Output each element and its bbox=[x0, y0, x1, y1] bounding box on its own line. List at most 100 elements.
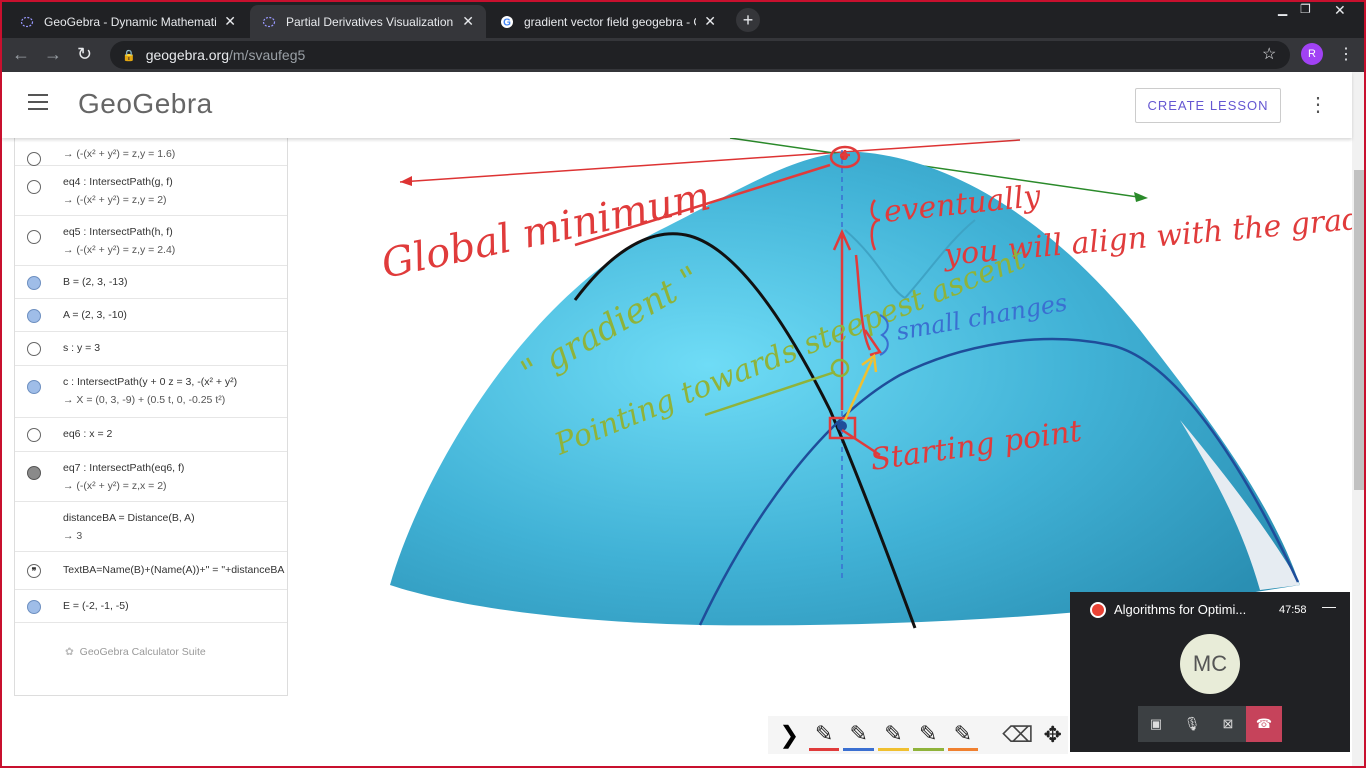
algebra-definition[interactable]: eq4 : IntersectPath(g, f) bbox=[63, 166, 287, 188]
algebra-row[interactable]: A = (2, 3, -10) bbox=[15, 299, 287, 332]
google-favicon-icon: G bbox=[501, 15, 513, 28]
create-lesson-button[interactable]: CREATE LESSON bbox=[1135, 88, 1281, 123]
algebra-row[interactable]: distanceBA = Distance(B, A) → 3 bbox=[15, 502, 287, 552]
visibility-toggle[interactable] bbox=[27, 600, 41, 614]
chevron-right-icon[interactable]: ❯ bbox=[774, 719, 805, 751]
recording-icon bbox=[1090, 602, 1106, 618]
algebra-output: → (-(x² + y²) = z,x = 2) bbox=[63, 480, 167, 492]
tab-partial-derivatives[interactable]: Partial Derivatives Visualization 2 ✕ bbox=[250, 5, 486, 38]
pen-orange-icon[interactable]: ✎ bbox=[947, 719, 979, 751]
forward-icon[interactable]: → bbox=[44, 44, 62, 65]
pen-blue-icon[interactable]: ✎ bbox=[843, 719, 875, 751]
lock-icon: 🔒 bbox=[122, 49, 136, 62]
algebra-definition[interactable]: c : IntersectPath(y + 0 z = 3, -(x² + y²… bbox=[63, 366, 287, 388]
y-axis-arrow bbox=[1134, 192, 1148, 202]
close-icon[interactable]: ✕ bbox=[704, 13, 716, 30]
visibility-toggle[interactable] bbox=[27, 380, 41, 394]
algebra-definition[interactable]: s : y = 3 bbox=[63, 332, 287, 354]
close-icon[interactable]: ✕ bbox=[462, 13, 474, 30]
algebra-definition[interactable]: B = (2, 3, -13) bbox=[63, 266, 287, 288]
tab-title: Partial Derivatives Visualization 2 bbox=[286, 14, 455, 29]
algebra-definition[interactable]: eq7 : IntersectPath(eq6, f) bbox=[63, 452, 287, 474]
visibility-toggle[interactable] bbox=[27, 180, 41, 194]
url-host: geogebra.org bbox=[145, 47, 229, 63]
minimize-meeting-icon[interactable]: — bbox=[1322, 598, 1336, 614]
algebra-row[interactable]: eq6 : x = 2 bbox=[15, 418, 287, 452]
meeting-overlay: Algorithms for Optimi... 47:58 — MC ▣ 🎙 … bbox=[1070, 592, 1350, 752]
more-options-icon[interactable]: ⋮ bbox=[1308, 92, 1328, 117]
tab-title: gradient vector field geogebra - Google bbox=[524, 14, 696, 29]
visibility-toggle[interactable] bbox=[27, 428, 41, 442]
eraser-icon[interactable]: ⌫ bbox=[1002, 719, 1033, 751]
minimize-icon[interactable]: ▁ bbox=[1278, 2, 1287, 16]
algebra-definition[interactable]: E = (-2, -1, -5) bbox=[63, 590, 287, 612]
profile-avatar[interactable]: R bbox=[1301, 43, 1323, 65]
back-icon[interactable]: ← bbox=[12, 44, 30, 65]
restore-icon[interactable]: ❐ bbox=[1300, 2, 1311, 16]
url-path: /m/svaufeg5 bbox=[229, 47, 306, 63]
meeting-controls: ▣ 🎙 ⊠ ☎ bbox=[1138, 706, 1282, 742]
algebra-definition[interactable]: eq5 : IntersectPath(h, f) bbox=[63, 216, 287, 238]
meeting-title: Algorithms for Optimi... bbox=[1114, 602, 1247, 617]
algebra-row[interactable]: c : IntersectPath(y + 0 z = 3, -(x² + y²… bbox=[15, 366, 287, 418]
visibility-toggle[interactable] bbox=[27, 230, 41, 244]
tab-geogebra[interactable]: GeoGebra - Dynamic Mathematics ✕ bbox=[8, 5, 248, 38]
participant-avatar: MC bbox=[1180, 634, 1240, 694]
algebra-row[interactable]: B = (2, 3, -13) bbox=[15, 266, 287, 299]
reload-icon[interactable]: ↻ bbox=[77, 44, 92, 65]
visibility-toggle[interactable] bbox=[27, 276, 41, 290]
close-window-icon[interactable]: ✕ bbox=[1334, 2, 1346, 19]
geogebra-logo[interactable]: GeoGebra bbox=[78, 88, 213, 120]
browser-menu-icon[interactable]: ⋮ bbox=[1338, 44, 1354, 64]
algebra-row[interactable]: ❞ TextBA=Name(B)+(Name(A))+" = "+distance… bbox=[15, 552, 287, 590]
pen-green-icon[interactable]: ✎ bbox=[912, 719, 944, 751]
algebra-row[interactable]: eq7 : IntersectPath(eq6, f) → (-(x² + y²)… bbox=[15, 452, 287, 502]
meeting-timer: 47:58 bbox=[1279, 604, 1307, 616]
algebra-output: → X = (0, 3, -9) + (0.5 t, 0, -0.25 t²) bbox=[63, 394, 226, 406]
share-screen-icon[interactable]: ⊠ bbox=[1210, 706, 1246, 742]
algebra-definition[interactable]: eq6 : x = 2 bbox=[63, 418, 287, 440]
algebra-row[interactable]: E = (-2, -1, -5) bbox=[15, 590, 287, 623]
tab-google-search[interactable]: G gradient vector field geogebra - Googl… bbox=[488, 5, 728, 38]
pen-toolbar: ❯ ✎ ✎ ✎ ✎ ✎ ⌫ ✥ bbox=[768, 716, 1068, 754]
calculator-suite-label[interactable]: ✿ GeoGebra Calculator Suite bbox=[65, 646, 206, 658]
algebra-output: → (-(x² + y²) = z,y = 2.4) bbox=[63, 244, 176, 256]
algebra-definition[interactable]: TextBA=Name(B)+(Name(A))+" = "+distanceB… bbox=[63, 552, 287, 576]
x-axis-arrow bbox=[400, 176, 412, 186]
tab-title: GeoGebra - Dynamic Mathematics bbox=[44, 14, 217, 29]
visibility-toggle[interactable] bbox=[27, 309, 41, 323]
pen-yellow-icon[interactable]: ✎ bbox=[878, 719, 909, 751]
algebra-row[interactable]: eq4 : IntersectPath(g, f) → (-(x² + y²) =… bbox=[15, 166, 287, 216]
pen-red-icon[interactable]: ✎ bbox=[808, 719, 840, 751]
algebra-definition[interactable]: distanceBA = Distance(B, A) bbox=[63, 502, 287, 524]
geogebra-favicon-icon bbox=[262, 16, 276, 27]
text-object-icon[interactable]: ❞ bbox=[27, 564, 41, 578]
bookmark-star-icon[interactable]: ☆ bbox=[1262, 44, 1276, 64]
microphone-icon[interactable]: 🎙 bbox=[1174, 706, 1210, 742]
hang-up-icon[interactable]: ☎ bbox=[1246, 706, 1282, 742]
scrollbar-thumb[interactable] bbox=[1354, 170, 1364, 490]
geogebra-header: GeoGebra CREATE LESSON ⋮ bbox=[2, 72, 1352, 138]
algebra-definition[interactable]: A = (2, 3, -10) bbox=[63, 299, 287, 321]
move-icon[interactable]: ✥ bbox=[1037, 719, 1068, 751]
visibility-toggle[interactable] bbox=[27, 152, 41, 166]
browser-toolbar: ← → ↻ 🔒 geogebra.org/m/svaufeg5 ☆ R ⋮ bbox=[0, 38, 1366, 72]
menu-icon[interactable] bbox=[28, 94, 48, 110]
svg-text:G: G bbox=[503, 17, 511, 28]
algebra-row[interactable]: → (-(x² + y²) = z,y = 1.6) bbox=[15, 138, 287, 166]
algebra-output: → 3 bbox=[63, 530, 83, 542]
algebra-row[interactable]: s : y = 3 bbox=[15, 332, 287, 366]
geogebra-favicon-icon bbox=[20, 16, 34, 27]
geogebra-flower-icon: ✿ bbox=[65, 646, 74, 658]
point-a[interactable] bbox=[837, 421, 847, 431]
page-scrollbar[interactable] bbox=[1352, 72, 1366, 768]
algebra-view: → (-(x² + y²) = z,y = 1.6) eq4 : Intersec… bbox=[14, 138, 288, 696]
address-bar[interactable]: 🔒 geogebra.org/m/svaufeg5 bbox=[110, 41, 1290, 69]
new-tab-button[interactable]: + bbox=[736, 8, 760, 32]
close-icon[interactable]: ✕ bbox=[224, 13, 236, 30]
visibility-toggle[interactable] bbox=[27, 342, 41, 356]
algebra-output: → (-(x² + y²) = z,y = 1.6) bbox=[63, 148, 176, 160]
visibility-toggle[interactable] bbox=[27, 466, 41, 480]
algebra-row[interactable]: eq5 : IntersectPath(h, f) → (-(x² + y²) =… bbox=[15, 216, 287, 266]
camera-off-icon[interactable]: ▣ bbox=[1138, 706, 1174, 742]
